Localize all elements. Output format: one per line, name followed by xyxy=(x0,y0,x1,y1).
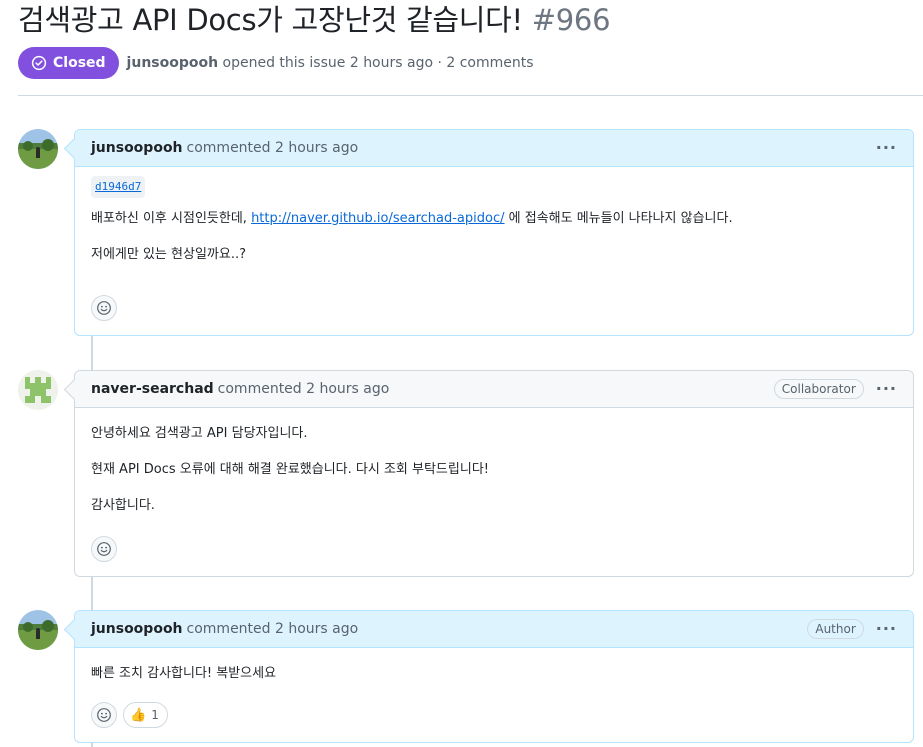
avatar[interactable] xyxy=(18,370,58,410)
header-divider xyxy=(18,95,923,96)
collaborator-badge: Collaborator xyxy=(773,379,864,399)
comment-author[interactable]: junsoopooh xyxy=(91,140,183,156)
comment-card: naver-searchad commented 2 hours ago Col… xyxy=(74,370,914,577)
issue-number: #966 xyxy=(531,3,611,37)
comment-header: junsoopooh commented 2 hours ago Author … xyxy=(75,611,913,648)
author-badge: Author xyxy=(807,619,864,639)
issue-meta: Closed junsoopooh opened this issue 2 ho… xyxy=(18,47,534,79)
reaction-count: 1 xyxy=(151,708,159,722)
reactions-bar xyxy=(91,295,117,321)
avatar[interactable] xyxy=(18,610,58,650)
comment-timestamp[interactable]: commented 2 hours ago xyxy=(218,381,390,397)
comment-text: 감사합니다. xyxy=(91,498,155,513)
reactions-bar: 👍 1 xyxy=(91,702,168,728)
comment-header: naver-searchad commented 2 hours ago Col… xyxy=(75,371,913,408)
comment-card: junsoopooh commented 2 hours ago ··· d19… xyxy=(74,129,914,336)
issue-title-text: 검색광고 API Docs가 고장난것 같습니다! xyxy=(18,3,523,37)
comment-text: 저에게만 있는 현상일까요..? xyxy=(91,247,246,262)
comment-timestamp[interactable]: commented 2 hours ago xyxy=(187,621,359,637)
smiley-icon[interactable] xyxy=(91,536,117,562)
issue-meta-text: junsoopooh opened this issue 2 hours ago… xyxy=(127,55,534,71)
commit-ref-link[interactable]: d1946d7 xyxy=(91,176,146,198)
issue-opened-info: opened this issue 2 hours ago · 2 commen… xyxy=(222,55,534,71)
comment-timestamp[interactable]: commented 2 hours ago xyxy=(187,140,359,156)
timeline-connector xyxy=(91,577,93,610)
comment-body: 빠른 조치 감사합니다! 복받으세요 xyxy=(75,648,913,684)
thumbs-up-icon: 👍 xyxy=(130,707,147,723)
avatar[interactable] xyxy=(18,129,58,169)
status-badge: Closed xyxy=(18,47,119,79)
smiley-icon[interactable] xyxy=(91,702,117,728)
comment-text: 현재 API Docs 오류에 대해 해결 완료했습니다. 다시 조회 부탁드립… xyxy=(91,462,489,477)
status-badge-label: Closed xyxy=(53,55,106,71)
comment-author[interactable]: naver-searchad xyxy=(91,381,214,397)
issue-author-link[interactable]: junsoopooh xyxy=(127,55,219,71)
comment-text: 배포하신 이후 시점인듯한데, xyxy=(91,211,252,226)
reactions-bar xyxy=(91,536,117,562)
issue-title: 검색광고 API Docs가 고장난것 같습니다! #966 xyxy=(18,1,611,39)
searchad-apidoc-link[interactable]: http://naver.github.io/searchad-apidoc/ xyxy=(251,211,504,226)
comment-text: 에 접속해도 메뉴들이 나타나지 않습니다. xyxy=(504,211,733,226)
thumbs-up-reaction-button[interactable]: 👍 1 xyxy=(123,702,168,728)
comment-text: 안녕하세요 검색광고 API 담당자입니다. xyxy=(91,426,308,441)
timeline-connector xyxy=(91,743,93,747)
kebab-horizontal-icon[interactable]: ··· xyxy=(876,621,897,637)
comment-author[interactable]: junsoopooh xyxy=(91,621,183,637)
smiley-icon[interactable] xyxy=(91,295,117,321)
comment-body: 안녕하세요 검색광고 API 담당자입니다. 현재 API Docs 오류에 대… xyxy=(75,408,913,516)
check-circle-icon xyxy=(31,55,47,71)
comment-header: junsoopooh commented 2 hours ago ··· xyxy=(75,130,913,167)
comment-card: junsoopooh commented 2 hours ago Author … xyxy=(74,610,914,743)
kebab-horizontal-icon[interactable]: ··· xyxy=(876,140,897,156)
timeline-connector xyxy=(91,336,93,370)
comment-body: d1946d7 배포하신 이후 시점인듯한데, http://naver.git… xyxy=(75,167,913,265)
kebab-horizontal-icon[interactable]: ··· xyxy=(876,381,897,397)
comment-text: 빠른 조치 감사합니다! 복받으세요 xyxy=(91,666,277,681)
